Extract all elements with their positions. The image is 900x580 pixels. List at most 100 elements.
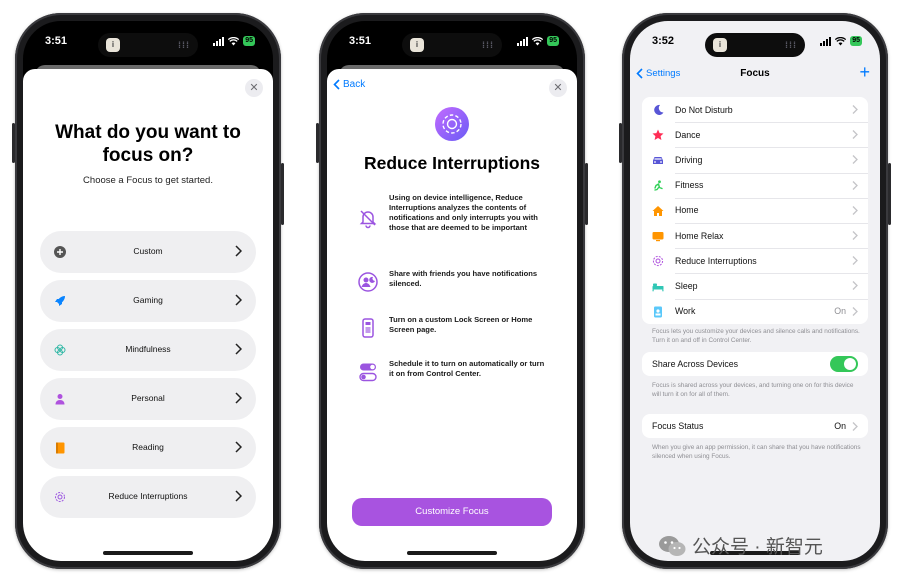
status-icons: 95 xyxy=(517,36,559,46)
tv-icon xyxy=(652,231,664,242)
chevron-right-icon xyxy=(235,294,242,306)
watermark: 公众号 · 新智元 xyxy=(658,532,823,559)
chevron-right-icon xyxy=(235,245,242,257)
focus-footer: Focus lets you customize your devices an… xyxy=(652,328,860,344)
share-across-devices-toggle[interactable] xyxy=(830,356,858,372)
focus-row-reduce-interruptions[interactable]: Reduce Interruptions xyxy=(642,248,868,273)
chevron-right-icon xyxy=(235,490,242,502)
focus-option-label: Mindfulness xyxy=(125,344,171,354)
page-title: Reduce Interruptions xyxy=(364,153,540,173)
focus-row-sleep[interactable]: Sleep xyxy=(642,273,868,298)
reduce-interruptions-sheet: Back ✕ Reduce Interruptions Using on dev… xyxy=(327,69,577,561)
add-focus-button[interactable]: + xyxy=(859,63,870,81)
share-label: Share Across Devices xyxy=(652,359,739,369)
chevron-right-icon xyxy=(852,306,858,316)
page-title: Focus xyxy=(740,68,770,79)
focus-row-value: On xyxy=(834,306,846,317)
chevron-right-icon xyxy=(235,441,242,453)
feature-text: Share with friends you have notification… xyxy=(389,269,538,288)
dynamic-island: i ⁞⁞⁞ xyxy=(402,33,502,57)
wifi-icon xyxy=(532,36,544,45)
status-bar: 3:51 i ⁞⁞⁞ 95 xyxy=(327,21,577,61)
audio-wave-icon: ⁞⁞⁞ xyxy=(178,40,190,50)
status-label: Focus Status xyxy=(652,421,704,431)
focus-option-personal[interactable]: Personal xyxy=(40,378,256,420)
back-button[interactable]: Back xyxy=(333,79,365,90)
chevron-left-icon xyxy=(333,79,340,90)
focus-row-dance[interactable]: Dance xyxy=(642,122,868,147)
focus-row-work[interactable]: Work On xyxy=(642,298,868,324)
chevron-right-icon xyxy=(852,105,858,114)
focus-status-row[interactable]: Focus Status On xyxy=(642,414,868,438)
feature-item: Schedule it to turn on automatically or … xyxy=(357,359,547,395)
battery-icon: 95 xyxy=(243,36,255,46)
chevron-right-icon xyxy=(852,230,858,240)
phone-focus-picker: 3:51 i ⁞⁞⁞ 95 ✕ What do you want to focu… xyxy=(12,13,284,569)
focus-row-label: Fitness xyxy=(675,180,704,191)
settings-screen: 3:52 i ⁞⁞⁞ 95 Settings Focus + Do Not Di… xyxy=(630,21,880,561)
signal-icon xyxy=(213,36,225,46)
star-icon xyxy=(652,129,664,141)
watermark-text: 公众号 · 新智元 xyxy=(692,537,823,558)
chevron-right-icon xyxy=(235,343,242,355)
focus-row-label: Home Relax xyxy=(675,230,724,241)
share-across-devices-row: Share Across Devices xyxy=(642,352,868,376)
status-group: Focus Status On xyxy=(642,414,868,438)
focus-option-reduce-interruptions[interactable]: Reduce Interruptions xyxy=(40,476,256,518)
close-button[interactable]: ✕ xyxy=(245,79,263,97)
home-indicator[interactable] xyxy=(103,551,193,555)
focus-row-driving[interactable]: Driving xyxy=(642,147,868,172)
chevron-right-icon xyxy=(852,155,858,165)
focus-option-gaming[interactable]: Gaming xyxy=(40,280,256,322)
focus-option-label: Gaming xyxy=(133,295,163,305)
wifi-icon xyxy=(835,36,847,45)
focus-option-custom[interactable]: Custom xyxy=(40,231,256,273)
feature-text: Using on device intelligence, Reduce Int… xyxy=(389,193,538,232)
toggle-icon xyxy=(359,363,377,382)
signal-icon xyxy=(820,36,832,46)
focus-option-reading[interactable]: Reading xyxy=(40,427,256,469)
chevron-right-icon xyxy=(235,392,242,404)
phone-screen-icon xyxy=(362,318,374,338)
focus-option-label: Reading xyxy=(132,442,164,452)
app-activity-icon: i xyxy=(106,38,120,52)
focus-row-home-relax[interactable]: Home Relax xyxy=(642,222,868,248)
close-button[interactable]: ✕ xyxy=(549,79,567,97)
customize-focus-button[interactable]: Customize Focus xyxy=(352,498,552,526)
share-group: Share Across Devices xyxy=(642,352,868,376)
focus-row-label: Home xyxy=(675,205,699,216)
focus-row-label: Reduce Interruptions xyxy=(675,255,757,266)
phone-reduce-interruptions: 3:51 i ⁞⁞⁞ 95 Back ✕ Reduce Interruption… xyxy=(316,13,588,569)
status-bar: 3:52 i ⁞⁞⁞ 95 xyxy=(630,21,880,61)
focus-row-do-not-disturb[interactable]: Do Not Disturb xyxy=(642,97,868,122)
focus-row-home[interactable]: Home xyxy=(642,197,868,223)
audio-wave-icon: ⁞⁞⁞ xyxy=(785,40,797,50)
feature-item: Share with friends you have notification… xyxy=(357,269,547,299)
bed-icon xyxy=(652,283,664,292)
chevron-right-icon xyxy=(852,180,858,190)
focus-option-label: Custom xyxy=(133,246,163,256)
app-activity-icon: i xyxy=(713,38,727,52)
focus-option-label: Personal xyxy=(131,393,165,403)
chevron-right-icon xyxy=(852,256,858,266)
focus-option-mindfulness[interactable]: Mindfulness xyxy=(40,329,256,371)
feature-text: Schedule it to turn on automatically or … xyxy=(389,359,545,378)
focus-row-fitness[interactable]: Fitness xyxy=(642,172,868,198)
car-icon xyxy=(653,157,663,165)
app-activity-icon: i xyxy=(410,38,424,52)
status-value: On xyxy=(834,421,846,431)
audio-wave-icon: ⁞⁞⁞ xyxy=(482,40,494,50)
runner-icon xyxy=(654,179,663,191)
chevron-right-icon xyxy=(852,281,858,291)
home-indicator[interactable] xyxy=(407,551,497,555)
focus-row-label: Sleep xyxy=(675,280,698,291)
dynamic-island: i ⁞⁞⁞ xyxy=(705,33,805,57)
feature-item: Turn on a custom Lock Screen or Home Scr… xyxy=(357,315,547,345)
battery-icon: 95 xyxy=(547,36,559,46)
bell-slash-icon xyxy=(359,210,377,229)
reduce-interruptions-hero-icon xyxy=(435,107,469,141)
feature-item: Using on device intelligence, Reduce Int… xyxy=(357,193,547,249)
focus-row-label: Do Not Disturb xyxy=(675,104,733,115)
status-icons: 95 xyxy=(213,36,255,46)
phone-focus-settings: 3:52 i ⁞⁞⁞ 95 Settings Focus + Do Not Di… xyxy=(619,13,891,569)
